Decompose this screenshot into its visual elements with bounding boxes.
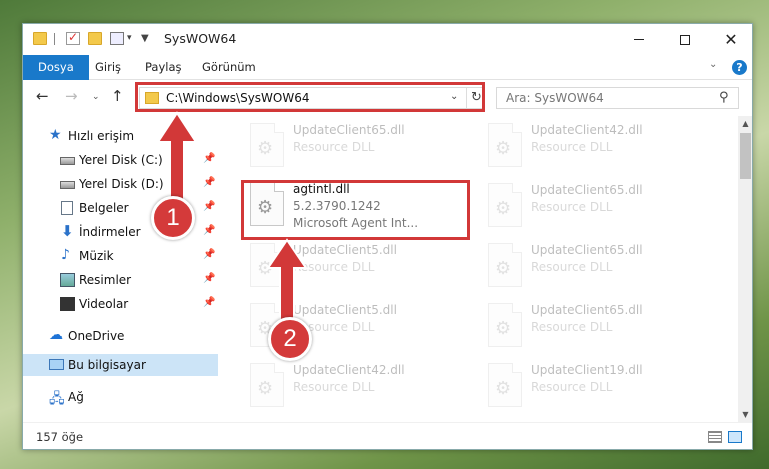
- arrow-1: [156, 111, 198, 206]
- step-1-badge: 1: [151, 196, 195, 240]
- annotation-arrows: [156, 111, 308, 331]
- step-2-badge: 2: [268, 317, 312, 361]
